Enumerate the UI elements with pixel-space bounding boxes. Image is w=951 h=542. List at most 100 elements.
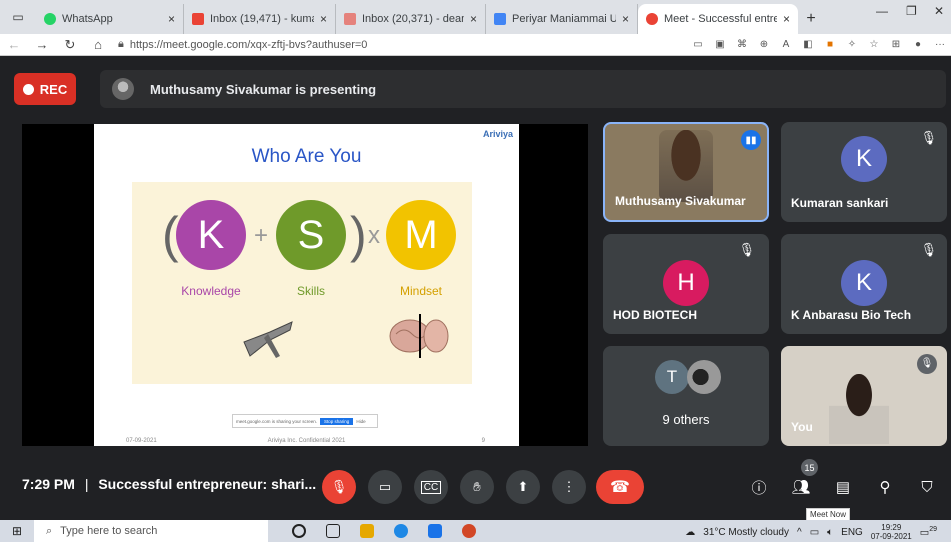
knowledge-label: Knowledge bbox=[181, 284, 241, 298]
activities-icon: ⚲ bbox=[879, 479, 891, 496]
participant-tile[interactable]: 🎙︎ K K Anbarasu Bio Tech bbox=[781, 234, 947, 334]
page-number: 9 bbox=[481, 438, 485, 444]
tab-meet[interactable]: Meet - Successful entre × bbox=[638, 4, 798, 34]
clock-date: 07-09-2021 bbox=[870, 532, 912, 541]
camera-icon[interactable]: ▭ bbox=[687, 39, 709, 50]
record-icon bbox=[22, 83, 34, 95]
language-indicator[interactable]: ENG bbox=[841, 527, 863, 538]
close-icon[interactable]: × bbox=[783, 12, 790, 26]
formula-panel: ( K + S ) x M Knowledge Skills Mindset bbox=[132, 182, 472, 384]
back-icon[interactable]: ← bbox=[0, 37, 28, 52]
qr-icon[interactable]: ⌘ bbox=[731, 39, 753, 50]
collections-icon[interactable]: ⊞ bbox=[885, 39, 907, 50]
mic-toggle-button[interactable]: 🎙︎ bbox=[322, 470, 356, 504]
favorites-icon[interactable]: ☆ bbox=[863, 39, 885, 50]
close-icon[interactable]: × bbox=[470, 12, 477, 26]
minimize-icon[interactable]: — bbox=[876, 4, 888, 18]
self-video bbox=[829, 374, 889, 444]
participant-tile[interactable]: 🎙︎ H HOD BIOTECH bbox=[603, 234, 769, 334]
plus-operator: + bbox=[254, 222, 269, 249]
powerpoint-icon[interactable] bbox=[462, 524, 476, 538]
presentation-area: Ariviya Who Are You ( K + S ) x M Knowle… bbox=[22, 124, 588, 446]
gmail-icon bbox=[344, 13, 356, 25]
participant-video bbox=[659, 130, 713, 202]
page-icon bbox=[494, 13, 506, 25]
others-tile[interactable]: T 9 others bbox=[603, 346, 769, 446]
whatsapp-icon bbox=[44, 13, 56, 25]
weather-text: 31°C Mostly cloudy bbox=[703, 526, 789, 538]
mic-off-icon: 🎙︎ bbox=[920, 130, 937, 145]
mic-off-icon: 🎙︎ bbox=[917, 354, 937, 374]
camera-toggle-button[interactable]: ▭ bbox=[368, 470, 402, 504]
people-button[interactable]: 👥︎ bbox=[786, 472, 816, 502]
clock[interactable]: 19:29 07-09-2021 bbox=[871, 523, 912, 541]
close-icon[interactable]: × bbox=[168, 12, 175, 26]
profile-icon[interactable]: ● bbox=[907, 39, 929, 50]
captions-button[interactable]: CC bbox=[414, 470, 448, 504]
participant-tile[interactable]: 🎙︎ K Kumaran sankari bbox=[781, 122, 947, 222]
restore-icon[interactable]: ❐ bbox=[906, 4, 917, 18]
chat-button[interactable]: ▤ bbox=[828, 472, 858, 502]
more-icon[interactable]: ··· bbox=[929, 39, 951, 50]
window-close-icon[interactable]: ✕ bbox=[934, 4, 944, 18]
tab-whatsapp[interactable]: WhatsApp × bbox=[36, 4, 184, 34]
presenting-text: Muthusamy Sivakumar is presenting bbox=[150, 81, 377, 97]
rec-label: REC bbox=[39, 81, 68, 97]
new-tab-button[interactable]: + bbox=[798, 4, 824, 34]
hide-button[interactable]: Hide bbox=[356, 419, 365, 424]
cast-icon[interactable]: ▣ bbox=[709, 39, 731, 50]
skills-label: Skills bbox=[296, 284, 325, 298]
url-field[interactable]: 🔒︎ https://meet.google.com/xqx-zftj-bvs?… bbox=[118, 38, 687, 51]
more-options-button[interactable]: ⋮ bbox=[552, 470, 586, 504]
leave-call-button[interactable]: ☎︎ bbox=[596, 470, 644, 504]
skills-circle: S bbox=[276, 200, 346, 270]
participant-tile[interactable]: ▮▮ Muthusamy Sivakumar bbox=[603, 122, 769, 222]
edge-icon[interactable] bbox=[394, 524, 408, 538]
zoom-icon[interactable]: ⊕ bbox=[753, 39, 775, 50]
notification-count: 29 bbox=[929, 525, 937, 533]
lock-icon: ⛉ bbox=[921, 478, 933, 496]
puzzle-icon[interactable]: ✧ bbox=[841, 39, 863, 50]
chevron-up-icon[interactable]: ^ bbox=[797, 527, 802, 538]
meet-window: REC Muthusamy Sivakumar is presenting Ar… bbox=[0, 56, 951, 516]
lock-icon: 🔒︎ bbox=[118, 38, 124, 50]
network-icon[interactable]: ▭ bbox=[810, 527, 819, 538]
forward-icon[interactable]: → bbox=[28, 37, 56, 52]
meeting-details-button[interactable]: ⓘ bbox=[744, 472, 774, 502]
meet-icon bbox=[646, 13, 658, 25]
notification-icon[interactable]: ▭29 bbox=[920, 526, 937, 538]
taskbar-search[interactable]: ⌕ Type here to search bbox=[34, 520, 268, 542]
footer-text: Ariviya Inc. Confidential 2021 bbox=[267, 438, 346, 444]
task-view-icon[interactable] bbox=[326, 524, 340, 538]
close-icon[interactable]: × bbox=[622, 12, 629, 26]
app-icon[interactable] bbox=[428, 524, 442, 538]
hangup-icon: ☎︎ bbox=[610, 479, 630, 496]
home-icon[interactable]: ⌂ bbox=[84, 37, 112, 52]
chat-icon: ▤ bbox=[835, 479, 851, 496]
mic-off-icon: 🎙︎ bbox=[738, 242, 755, 257]
file-explorer-icon[interactable] bbox=[360, 524, 374, 538]
windows-start-icon[interactable]: ⊞ bbox=[12, 524, 22, 538]
tab-gmail-1[interactable]: Inbox (19,471) - kumarans@ × bbox=[184, 4, 336, 34]
search-placeholder: Type here to search bbox=[60, 525, 158, 537]
tab-gmail-2[interactable]: Inbox (20,371) - deanresearc × bbox=[336, 4, 486, 34]
tab-periyar[interactable]: Periyar Maniammai Universit × bbox=[486, 4, 638, 34]
stop-sharing-button[interactable]: Stop sharing bbox=[320, 417, 354, 425]
participant-name: You bbox=[791, 420, 813, 434]
reload-icon[interactable]: ↻ bbox=[56, 37, 84, 53]
weather-icon: ☁︎ bbox=[685, 526, 696, 538]
cortana-icon[interactable] bbox=[292, 524, 306, 538]
extension-icon[interactable]: ■ bbox=[819, 39, 841, 50]
volume-icon[interactable]: 🔈︎ bbox=[827, 527, 833, 538]
window-menu-icon[interactable]: ▭ bbox=[0, 0, 36, 34]
multitool-image bbox=[243, 321, 293, 358]
host-controls-button[interactable]: ⛉ bbox=[912, 472, 942, 502]
tab-title: Inbox (19,471) - kumarans@ bbox=[210, 13, 314, 25]
read-aloud-icon[interactable]: A bbox=[775, 39, 797, 50]
present-button[interactable]: ⬆ bbox=[506, 470, 540, 504]
activities-button[interactable]: ⚲ bbox=[870, 472, 900, 502]
raise-hand-button[interactable]: ✋︎ bbox=[460, 470, 494, 504]
close-icon[interactable]: × bbox=[320, 12, 327, 26]
extension-icon[interactable]: ◧ bbox=[797, 39, 819, 50]
self-tile[interactable]: 🎙︎ You bbox=[781, 346, 947, 446]
